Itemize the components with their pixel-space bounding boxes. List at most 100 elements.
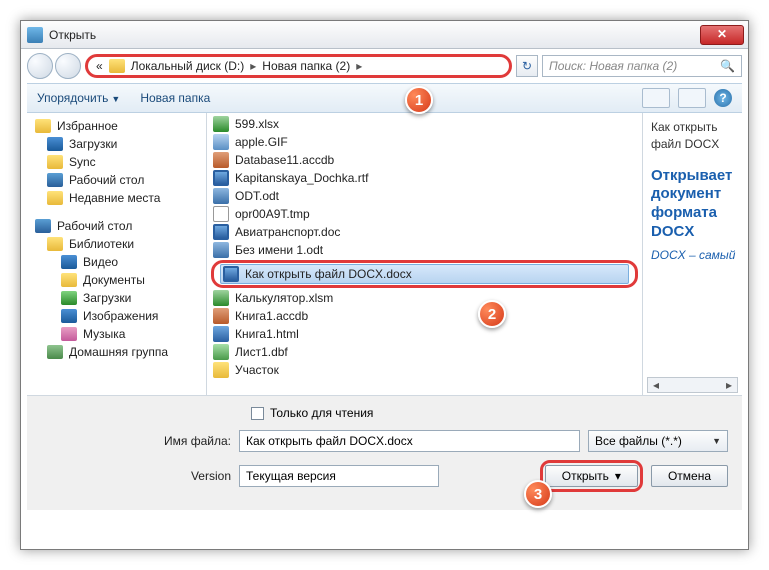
chevron-down-icon: ▾ (615, 469, 621, 483)
close-button[interactable]: ✕ (700, 25, 744, 45)
file-icon (213, 326, 229, 342)
tree-item[interactable]: Документы (33, 271, 200, 289)
dialog-footer: Только для чтения Имя файла: Как открыть… (27, 395, 742, 510)
organize-menu[interactable]: Упорядочить▼ (37, 91, 120, 105)
file-row[interactable]: Без имени 1.odt (211, 241, 638, 259)
forward-button[interactable] (55, 53, 81, 79)
cancel-button[interactable]: Отмена (651, 465, 728, 487)
file-row[interactable]: Авиатранспорт.doc (211, 223, 638, 241)
view-mode-button[interactable] (642, 88, 670, 108)
help-icon[interactable]: ? (714, 89, 732, 107)
toolbar: Упорядочить▼ Новая папка ? (27, 83, 742, 113)
filename-label: Имя файла: (41, 434, 231, 448)
app-icon (27, 27, 43, 43)
file-row[interactable]: Database11.accdb (211, 151, 638, 169)
file-row[interactable]: ODT.odt (211, 187, 638, 205)
libraries-icon (47, 237, 63, 251)
file-name: Kapitanskaya_Dochka.rtf (235, 171, 368, 185)
recent-icon (47, 191, 63, 205)
file-row[interactable]: opr00A9T.tmp (211, 205, 638, 223)
tree-item[interactable]: Недавние места (33, 189, 200, 207)
downloads-icon (61, 291, 77, 305)
file-row[interactable]: 599.xlsx (211, 115, 638, 133)
filetype-combo[interactable]: Все файлы (*.*)▼ (588, 430, 728, 452)
file-name: ODT.odt (235, 189, 279, 203)
scroll-left-icon[interactable]: ◂ (648, 378, 664, 392)
version-label: Version (41, 469, 231, 483)
preview-scrollbar[interactable]: ◂ ▸ (647, 377, 738, 393)
open-button[interactable]: Открыть▾ (545, 465, 638, 487)
folder-icon (47, 155, 63, 169)
file-list[interactable]: 599.xlsx apple.GIF Database11.accdb Kapitan… (207, 113, 642, 395)
tree-desktop[interactable]: Рабочий стол (33, 217, 200, 235)
open-button-highlight: Открыть▾ (540, 460, 643, 492)
file-row[interactable]: Книга1.html (211, 325, 638, 343)
file-icon (213, 188, 229, 204)
file-icon (213, 344, 229, 360)
file-row[interactable]: Калькулятор.xlsm (211, 289, 638, 307)
file-icon (213, 116, 229, 132)
tree-item[interactable]: Видео (33, 253, 200, 271)
file-icon (213, 308, 229, 324)
tree-favorites[interactable]: Избранное (33, 117, 200, 135)
desktop-icon (47, 173, 63, 187)
nav-tree[interactable]: Избранное Загрузки Sync Рабочий стол Нед… (27, 113, 207, 395)
preview-title: Как открыть файл DOCX (651, 119, 738, 153)
video-icon (61, 255, 77, 269)
file-icon (213, 242, 229, 258)
music-icon (61, 327, 77, 341)
file-name: Книга1.accdb (235, 309, 308, 323)
file-row[interactable]: apple.GIF (211, 133, 638, 151)
downloads-icon (47, 137, 63, 151)
file-row[interactable]: Лист1.dbf (211, 343, 638, 361)
search-input[interactable]: Поиск: Новая папка (2) 🔍 (542, 55, 742, 77)
file-row[interactable]: Книга1.accdb (211, 307, 638, 325)
selected-file-highlight: Как открыть файл DOCX.docx (211, 260, 638, 288)
tree-item[interactable]: Загрузки (33, 135, 200, 153)
version-combo[interactable]: Текущая версия (239, 465, 439, 487)
file-icon (213, 134, 229, 150)
search-icon: 🔍 (720, 59, 735, 73)
preview-pane-button[interactable] (678, 88, 706, 108)
window-title: Открыть (49, 28, 742, 42)
tree-item[interactable]: Музыка (33, 325, 200, 343)
preview-heading: Открывает документ формата DOCX (651, 167, 738, 242)
refresh-button[interactable]: ↻ (516, 55, 538, 77)
tree-homegroup[interactable]: Домашняя группа (33, 343, 200, 361)
documents-icon (61, 273, 77, 287)
tree-item[interactable]: Sync (33, 153, 200, 171)
file-row[interactable]: Как открыть файл DOCX.docx (220, 264, 629, 284)
pictures-icon (61, 309, 77, 323)
titlebar[interactable]: Открыть ✕ (21, 21, 748, 49)
preview-pane: Как открыть файл DOCX Открывает документ… (642, 113, 742, 395)
filename-input[interactable]: Как открыть файл DOCX.docx (239, 430, 580, 452)
breadcrumb[interactable]: « Локальный диск (D:) ▸ Новая папка (2) … (85, 54, 512, 78)
tree-item[interactable]: Загрузки (33, 289, 200, 307)
scroll-right-icon[interactable]: ▸ (721, 378, 737, 392)
chevron-right-icon: ▸ (250, 59, 256, 73)
file-name: Авиатранспорт.doc (235, 225, 340, 239)
readonly-checkbox[interactable] (251, 407, 264, 420)
file-name: Как открыть файл DOCX.docx (245, 267, 412, 281)
file-name: apple.GIF (235, 135, 288, 149)
file-row[interactable]: Участок (211, 361, 638, 379)
file-name: opr00A9T.tmp (235, 207, 310, 221)
file-name: Database11.accdb (235, 153, 334, 167)
breadcrumb-seg-1[interactable]: Локальный диск (D:) (131, 59, 245, 73)
desktop-icon (35, 219, 51, 233)
callout-2: 2 (478, 300, 506, 328)
file-name: Лист1.dbf (235, 345, 288, 359)
callout-1: 1 (405, 86, 433, 114)
preview-body: DOCX – самый (651, 248, 738, 264)
new-folder-button[interactable]: Новая папка (140, 91, 210, 105)
back-button[interactable] (27, 53, 53, 79)
file-icon (213, 152, 229, 168)
search-placeholder: Поиск: Новая папка (2) (549, 59, 677, 73)
file-row[interactable]: Kapitanskaya_Dochka.rtf (211, 169, 638, 187)
open-dialog: Открыть ✕ « Локальный диск (D:) ▸ Новая … (20, 20, 749, 550)
tree-item[interactable]: Рабочий стол (33, 171, 200, 189)
tree-item[interactable]: Изображения (33, 307, 200, 325)
breadcrumb-seg-2[interactable]: Новая папка (2) (262, 59, 350, 73)
tree-libraries[interactable]: Библиотеки (33, 235, 200, 253)
file-icon (213, 224, 229, 240)
